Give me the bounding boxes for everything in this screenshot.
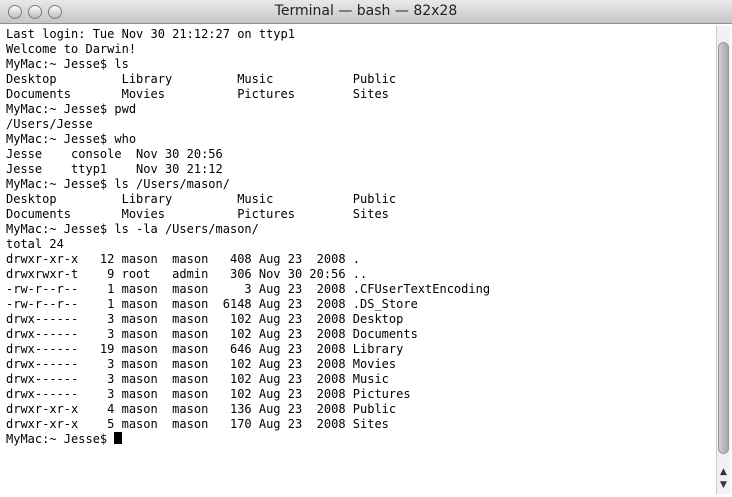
scroll-up-icon[interactable]: ▲: [718, 467, 729, 478]
terminal-line: MyMac:~ Jesse$ ls /Users/mason/: [6, 177, 230, 191]
terminal-line: MyMac:~ Jesse$ ls -la /Users/mason/: [6, 222, 259, 236]
terminal-line: -rw-r--r-- 1 mason mason 6148 Aug 23 200…: [6, 297, 418, 311]
text-cursor: [114, 432, 123, 444]
prompt-text: MyMac:~ Jesse$: [6, 432, 115, 446]
scrollbar-thumb[interactable]: [718, 42, 729, 454]
terminal-line: MyMac:~ Jesse$ who: [6, 132, 137, 146]
terminal-line: drwx------ 3 mason mason 102 Aug 23 2008…: [6, 312, 404, 326]
terminal-line: drwxr-xr-x 4 mason mason 136 Aug 23 2008…: [6, 402, 397, 416]
terminal-line: drwx------ 19 mason mason 646 Aug 23 200…: [6, 342, 404, 356]
terminal-line: -rw-r--r-- 1 mason mason 3 Aug 23 2008 .…: [6, 282, 491, 296]
window-title: Terminal — bash — 82x28: [274, 3, 458, 19]
terminal-line: drwxrwxr-t 9 root admin 306 Nov 30 20:56…: [6, 267, 368, 281]
title-bar: Terminal — bash — 82x28: [0, 0, 732, 24]
vertical-scrollbar[interactable]: ▲ ▼: [716, 26, 730, 494]
terminal-line: Jesse ttyp1 Nov 30 21:12: [6, 162, 223, 176]
terminal-line: Welcome to Darwin!: [6, 42, 137, 56]
terminal-line: drwx------ 3 mason mason 102 Aug 23 2008…: [6, 327, 418, 341]
terminal-window: Terminal — bash — 82x28 Last login: Tue …: [0, 0, 732, 497]
terminal-line: Desktop Library Music Public: [6, 72, 397, 86]
scroll-down-icon[interactable]: ▼: [718, 480, 729, 491]
terminal-line: /Users/Jesse: [6, 117, 93, 131]
terminal-output[interactable]: Last login: Tue Nov 30 21:12:27 on ttyp1…: [6, 27, 710, 495]
command-prompt[interactable]: MyMac:~ Jesse$: [6, 432, 710, 447]
terminal-line: MyMac:~ Jesse$ pwd: [6, 102, 137, 116]
terminal-line: drwx------ 3 mason mason 102 Aug 23 2008…: [6, 357, 397, 371]
terminal-line: drwx------ 3 mason mason 102 Aug 23 2008…: [6, 372, 389, 386]
terminal-line: drwx------ 3 mason mason 102 Aug 23 2008…: [6, 387, 411, 401]
terminal-line: MyMac:~ Jesse$ ls: [6, 57, 129, 71]
terminal-line: Desktop Library Music Public: [6, 192, 397, 206]
terminal-line: Documents Movies Pictures Sites: [6, 207, 389, 221]
terminal-line: Documents Movies Pictures Sites: [6, 87, 389, 101]
terminal-line: Jesse console Nov 30 20:56: [6, 147, 223, 161]
terminal-line: total 24: [6, 237, 64, 251]
terminal-line: drwxr-xr-x 12 mason mason 408 Aug 23 200…: [6, 252, 361, 266]
terminal-line: drwxr-xr-x 5 mason mason 170 Aug 23 2008…: [6, 417, 389, 431]
terminal-line: Last login: Tue Nov 30 21:12:27 on ttyp1: [6, 27, 295, 41]
